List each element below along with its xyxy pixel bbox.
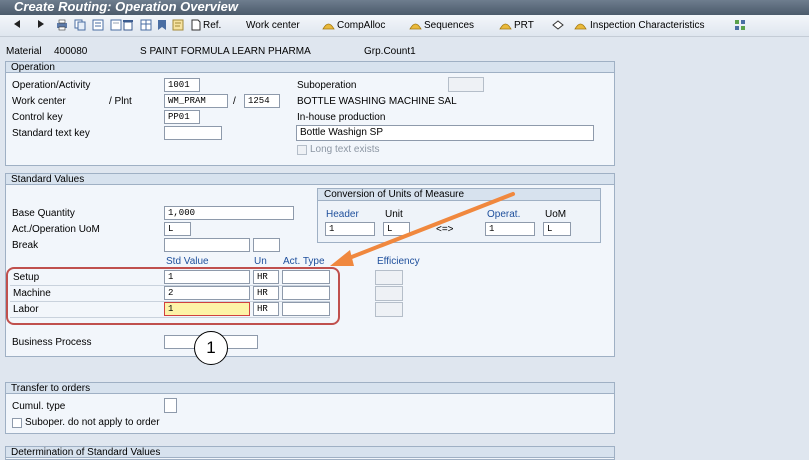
compalloc-button[interactable]: CompAlloc xyxy=(337,19,385,33)
operation-uom-label: Act./Operation UoM xyxy=(12,224,100,235)
bookmark-icon[interactable] xyxy=(156,19,168,31)
sequences-icon[interactable] xyxy=(409,21,422,30)
material-label: Material xyxy=(6,46,42,57)
suboperation-label: Suboperation xyxy=(297,80,357,91)
sequences-button[interactable]: Sequences xyxy=(424,19,474,33)
cumulation-type-label: Cumul. type xyxy=(12,401,66,412)
suboperation-not-apply-label: Suboper. do not apply to order xyxy=(25,417,160,428)
next-icon[interactable] xyxy=(38,20,44,28)
control-key-input[interactable]: PP01 xyxy=(164,110,200,124)
annotation-arrow xyxy=(330,192,515,266)
break-label: Break xyxy=(12,240,39,251)
component-allocation-icon[interactable] xyxy=(322,21,335,30)
transfer-to-orders-title: Transfer to orders xyxy=(6,383,614,394)
plant-input[interactable]: 1254 xyxy=(244,94,280,108)
print-icon[interactable] xyxy=(56,19,68,31)
control-key-label: Control key xyxy=(12,112,63,123)
work-center-description: BOTTLE WASHING MACHINE SAL xyxy=(297,96,457,107)
control-key-description: In-house production xyxy=(297,112,386,123)
deselect-icon[interactable] xyxy=(110,19,122,31)
window-title: Create Routing: Operation Overview xyxy=(14,0,238,14)
long-text-exists-checkbox[interactable] xyxy=(297,145,307,155)
work-center-button[interactable]: Work center xyxy=(246,19,300,33)
work-center-input[interactable]: WM_PRAM xyxy=(164,94,228,108)
plant-label: / Plnt xyxy=(109,96,132,107)
standard-text-key-label: Standard text key xyxy=(12,128,90,139)
machine-efficiency-input[interactable] xyxy=(375,286,403,301)
conversion-uom-input[interactable]: L xyxy=(543,222,571,236)
labor-efficiency-input[interactable] xyxy=(375,302,403,317)
break-duration-input[interactable] xyxy=(164,238,250,252)
standard-values-group-title: Standard Values xyxy=(6,174,614,185)
operation-uom-input[interactable]: L xyxy=(164,222,191,236)
prt-icon[interactable] xyxy=(499,21,512,30)
operation-activity-input[interactable]: 1001 xyxy=(164,78,200,92)
base-quantity-label: Base Quantity xyxy=(12,208,75,219)
title-bar: Create Routing: Operation Overview xyxy=(0,0,809,15)
material-number: 400080 xyxy=(54,46,88,57)
prt-button[interactable]: PRT xyxy=(514,19,534,33)
inspection-characteristics-icon[interactable] xyxy=(574,21,587,30)
long-text-exists-label: Long text exists xyxy=(310,144,380,155)
inspection-characteristics-button[interactable]: Inspection Characteristics xyxy=(590,19,705,33)
operation-group-title: Operation xyxy=(6,62,614,73)
base-quantity-input[interactable]: 1,000 xyxy=(164,206,294,220)
operation-activity-label: Operation/Activity xyxy=(12,80,91,91)
step-number-callout: 1 xyxy=(194,331,228,365)
detail-icon[interactable] xyxy=(172,19,184,31)
work-center-label: Work center xyxy=(12,96,66,107)
reference-icon[interactable] xyxy=(190,19,202,31)
plant-separator: / xyxy=(233,96,236,107)
cumulation-type-input[interactable] xyxy=(164,398,177,413)
operation-short-text-input[interactable]: Bottle Washign SP xyxy=(296,125,594,141)
reference-button[interactable]: Ref. xyxy=(203,19,221,33)
business-process-label: Business Process xyxy=(12,337,92,348)
group-counter: Grp.Count1 xyxy=(364,46,416,57)
conversion-uom-label: UoM xyxy=(545,209,567,220)
layout-icon[interactable] xyxy=(734,19,746,31)
previous-icon[interactable] xyxy=(14,20,20,28)
suboperation-input[interactable] xyxy=(448,77,484,92)
copy-icon[interactable] xyxy=(74,19,86,31)
table-icon[interactable] xyxy=(140,19,152,31)
determination-std-values-title: Determination of Standard Values xyxy=(6,447,614,458)
application-toolbar: Ref. Work center CompAlloc Sequences PRT… xyxy=(0,15,809,37)
select-all-icon[interactable] xyxy=(92,19,104,31)
setup-efficiency-input[interactable] xyxy=(375,270,403,285)
suboperation-not-apply-checkbox[interactable] xyxy=(12,418,22,428)
standard-text-key-input[interactable] xyxy=(164,126,222,140)
delete-icon[interactable] xyxy=(122,19,134,31)
highlight-box xyxy=(6,267,340,325)
break-unit-input[interactable] xyxy=(253,238,280,252)
inspection-object-icon[interactable] xyxy=(552,19,564,31)
material-description: S PAINT FORMULA LEARN PHARMA xyxy=(140,46,311,57)
